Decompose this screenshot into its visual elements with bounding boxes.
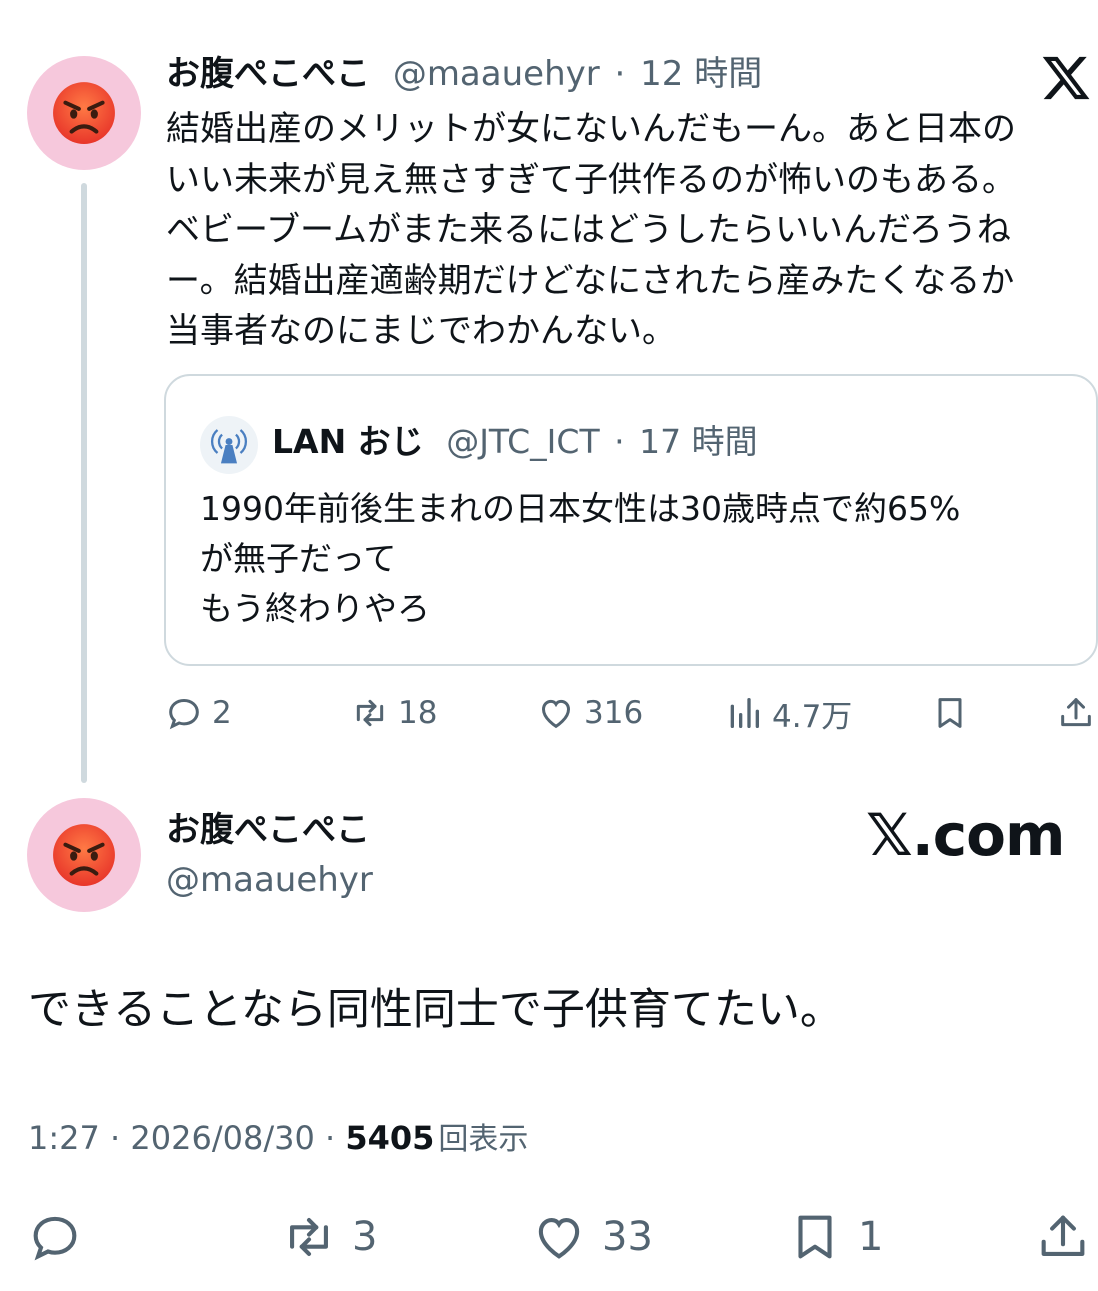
reply-button[interactable] xyxy=(26,1205,84,1269)
bookmark-icon xyxy=(798,1215,832,1259)
repost-button[interactable]: 3 xyxy=(280,1205,377,1269)
bookmark-button[interactable]: 1 xyxy=(786,1205,883,1269)
brand-watermark: 𝕏.com xyxy=(866,801,1065,869)
text-line: ー。結婚出産適齢期だけどなにされたら産みたくなるか xyxy=(166,260,1015,301)
bookmark-count: 1 xyxy=(858,1214,884,1260)
bookmark-button[interactable] xyxy=(930,690,970,736)
antenna-icon xyxy=(211,429,247,464)
comment-icon xyxy=(33,1216,77,1261)
share-button[interactable] xyxy=(1034,1205,1092,1269)
thread-line xyxy=(81,183,87,783)
reply-button[interactable]: 2 xyxy=(164,690,232,736)
x-logo-icon[interactable] xyxy=(1040,52,1092,104)
post-timestamp[interactable]: 1:27 · 2026/08/30 · xyxy=(28,1119,345,1157)
angry-face-icon xyxy=(53,82,115,144)
post-meta: 1:27 · 2026/08/30 · 5405 回表示 xyxy=(28,1116,528,1162)
reply-count: 2 xyxy=(212,695,232,731)
text-line: が無子だって xyxy=(200,539,397,578)
separator: · xyxy=(614,54,626,94)
text-line: 当事者なのにまじでわかんない。 xyxy=(166,311,676,351)
share-icon xyxy=(1061,698,1091,727)
quote-handle[interactable]: @JTC_ICT xyxy=(446,422,599,461)
angry-face-icon xyxy=(53,824,115,886)
post-time[interactable]: 12 時間 xyxy=(640,54,762,94)
share-button[interactable] xyxy=(1056,690,1096,736)
display-name[interactable]: お腹ぺこぺこ xyxy=(166,54,370,94)
like-count: 33 xyxy=(602,1214,653,1260)
like-count: 316 xyxy=(584,695,644,731)
view-label: 回表示 xyxy=(438,1122,529,1157)
repost-icon xyxy=(290,1218,328,1256)
comment-icon xyxy=(169,698,199,730)
handle[interactable]: @maauehyr xyxy=(166,858,373,902)
repost-button[interactable]: 18 xyxy=(350,690,437,736)
view-count: 5405 xyxy=(345,1119,435,1157)
display-name[interactable]: お腹ぺこぺこ xyxy=(166,808,370,852)
quote-avatar[interactable] xyxy=(200,416,258,474)
text-line: もう終わりやろ xyxy=(200,589,431,628)
heart-icon xyxy=(541,699,571,729)
post-text: できることなら同性同士で子供育てたい。 xyxy=(28,985,843,1035)
view-count: 4.7万 xyxy=(772,698,853,735)
separator: · xyxy=(614,422,625,461)
heart-icon xyxy=(538,1218,580,1259)
reply-header: お腹ぺこぺこ @maauehyr · 12 時間 xyxy=(166,52,762,96)
quote-display-name[interactable]: LAN おじ xyxy=(272,422,424,461)
avatar[interactable] xyxy=(27,56,141,170)
repost-count: 3 xyxy=(352,1214,378,1260)
handle[interactable]: @maauehyr xyxy=(393,54,600,94)
text-line: いい未来が見え無さすぎて子供作るのが怖いのもある。 xyxy=(166,159,1016,200)
like-button[interactable]: 316 xyxy=(536,690,643,736)
quote-header: LAN おじ @JTC_ICT · 17 時間 xyxy=(272,420,758,464)
quoted-post[interactable]: LAN おじ @JTC_ICT · 17 時間 1990年前後生まれの日本女性は… xyxy=(164,374,1098,666)
text-line: 結婚出産のメリットが女にないんだもーん。あと日本の xyxy=(166,109,1016,149)
quote-time[interactable]: 17 時間 xyxy=(639,422,757,461)
reply-text: 結婚出産のメリットが女にないんだもーん。あと日本の いい未来が見え無さすぎて子供… xyxy=(166,104,1086,357)
text-line: 1990年前後生まれの日本女性は30歳時点で約65% xyxy=(200,489,961,528)
views-button[interactable]: 4.7万 xyxy=(724,690,852,736)
text-line: ベビーブームがまた来るにはどうしたらいいんだろうね xyxy=(166,210,1011,250)
bookmark-icon xyxy=(938,698,962,728)
analytics-icon xyxy=(730,698,759,728)
share-icon xyxy=(1041,1215,1085,1256)
quote-text: 1990年前後生まれの日本女性は30歳時点で約65% が無子だって もう終わりや… xyxy=(200,484,960,634)
repost-icon xyxy=(356,699,384,727)
avatar[interactable] xyxy=(27,798,141,912)
like-button[interactable]: 33 xyxy=(530,1205,653,1269)
repost-count: 18 xyxy=(398,695,438,731)
